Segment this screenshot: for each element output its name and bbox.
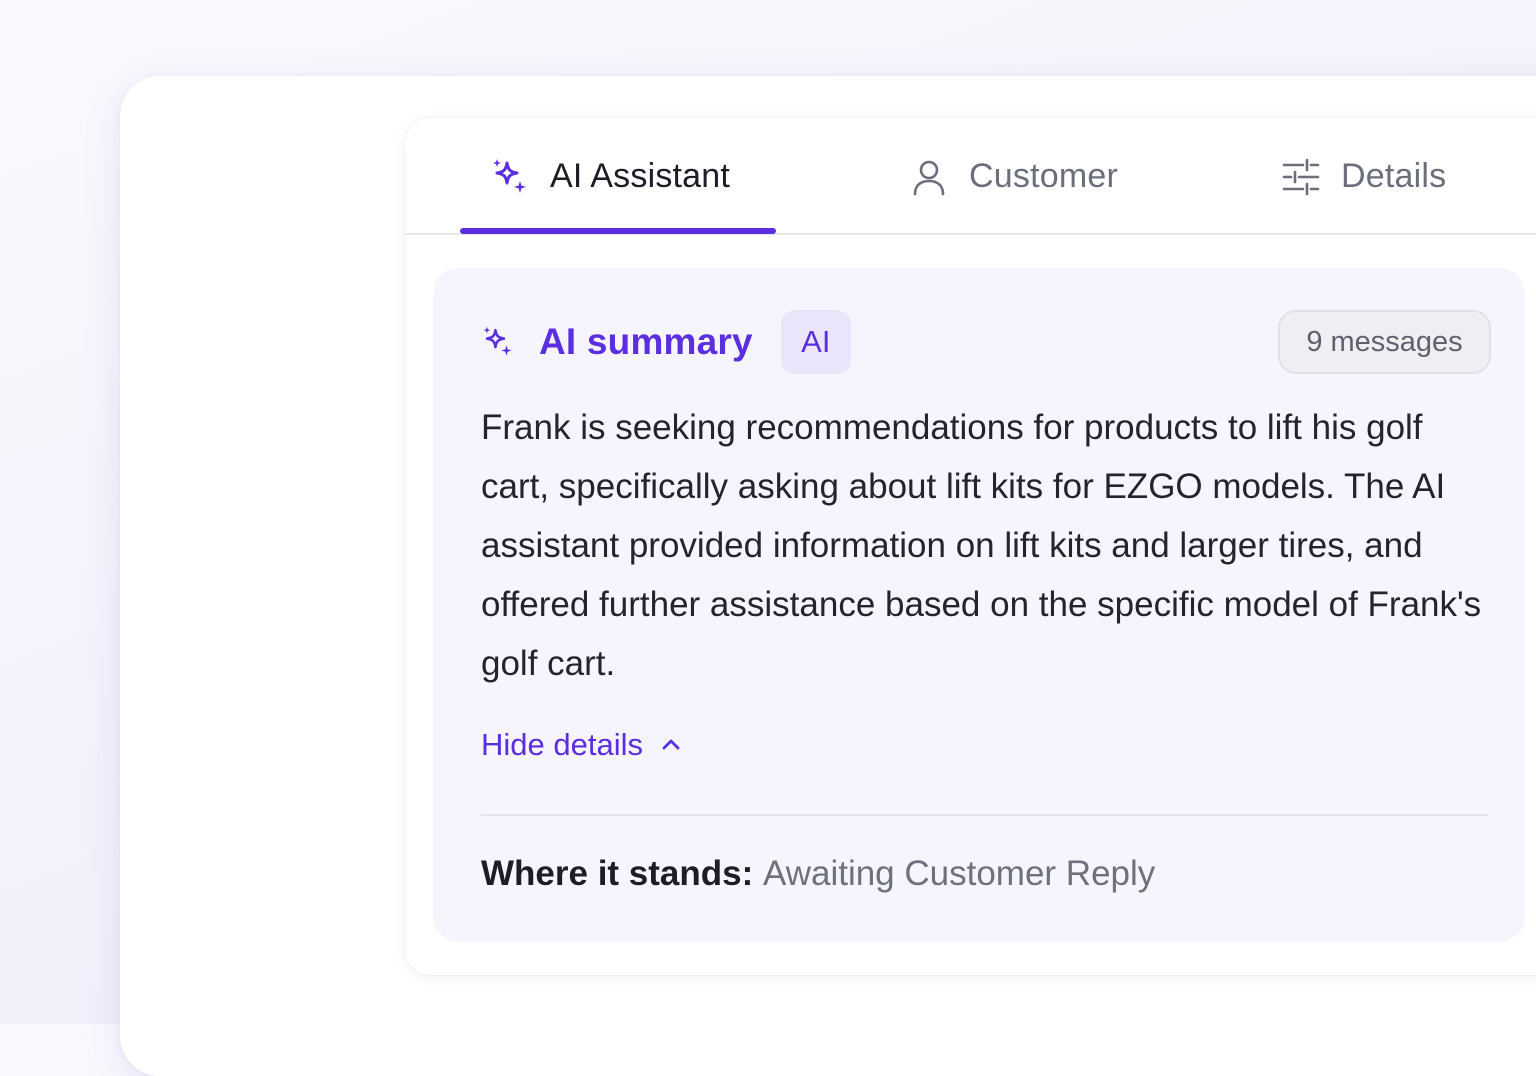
user-icon (909, 157, 949, 197)
status-label: Where it stands: (481, 854, 763, 893)
summary-text: Frank is seeking recommendations for pro… (481, 408, 1482, 683)
message-count-badge: 9 messages (1278, 310, 1491, 374)
hide-details-toggle[interactable]: Hide details (481, 720, 683, 770)
tab-bar: AI Assistant Customer Details (405, 118, 1536, 235)
ai-summary-card: AI summary AI 9 messages Frank is seekin… (433, 268, 1525, 942)
status-row: Where it stands: Awaiting Customer Reply (481, 854, 1155, 894)
hide-details-label: Hide details (481, 727, 643, 762)
status-value: Awaiting Customer Reply (762, 854, 1156, 893)
tab-details-label: Details (1341, 157, 1447, 195)
tab-ai-assistant-label: AI Assistant (550, 157, 731, 195)
summary-header: AI summary AI (481, 310, 851, 374)
ai-badge: AI (780, 310, 851, 374)
sparkle-icon (490, 157, 530, 197)
tab-customer[interactable]: Customer (909, 118, 1118, 235)
summary-title: AI summary (539, 321, 753, 362)
tab-customer-label: Customer (969, 157, 1118, 195)
sliders-icon (1281, 157, 1321, 197)
tab-details[interactable]: Details (1281, 118, 1446, 235)
chevron-up-icon (659, 733, 683, 757)
divider (481, 814, 1489, 816)
sparkle-icon (481, 325, 515, 359)
tab-ai-assistant[interactable]: AI Assistant (490, 118, 730, 235)
active-tab-indicator (460, 228, 776, 234)
assistant-panel: AI Assistant Customer Details AI summary… (405, 118, 1536, 975)
